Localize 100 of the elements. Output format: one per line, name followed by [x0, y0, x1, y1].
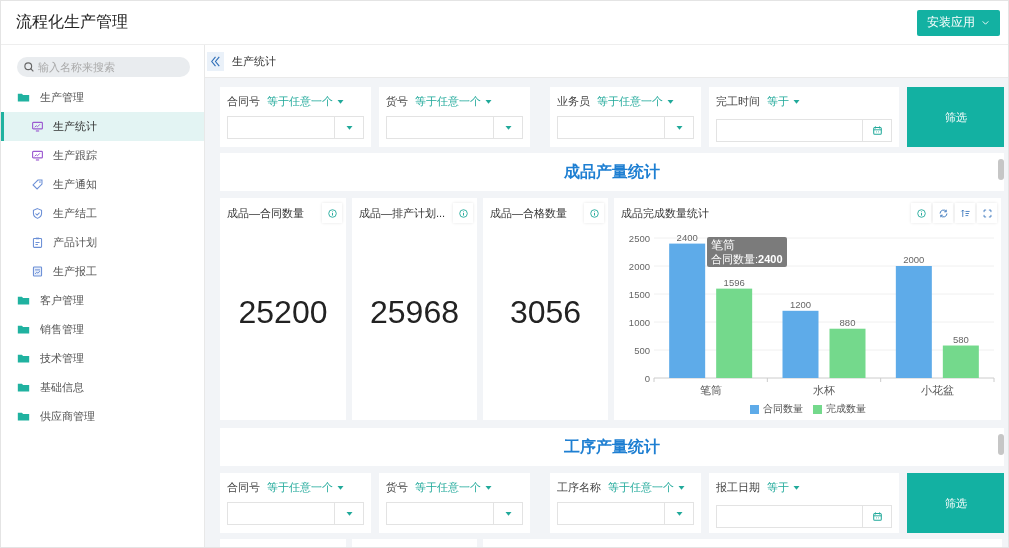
filter-label: 完工时间: [716, 93, 760, 109]
filter-label: 报工日期: [716, 479, 760, 495]
legend-label: 合同数量: [762, 402, 803, 416]
data-label: 2000: [903, 254, 925, 265]
fullscreen-button[interactable]: [977, 203, 997, 223]
collapse-icon[interactable]: [207, 51, 224, 71]
folder-icon: [17, 410, 30, 423]
tree-item[interactable]: 生产报工: [1, 257, 204, 286]
tree-item[interactable]: 基础信息: [1, 373, 204, 402]
card-title: 成品—合同数量: [227, 205, 304, 221]
select-field[interactable]: [557, 116, 694, 139]
data-label: 580: [952, 333, 969, 345]
tree-item[interactable]: 技术管理: [1, 344, 204, 373]
data-label: 2400: [676, 231, 698, 243]
card-title: 成品完成数量统计: [621, 205, 709, 221]
tree-item[interactable]: 生产结工: [1, 199, 204, 228]
caret-icon: [344, 509, 354, 518]
bar[interactable]: [942, 345, 979, 378]
filter-label: 货号: [386, 93, 408, 109]
info-icon: [457, 207, 469, 219]
data-label: 880: [839, 316, 856, 328]
axis-category-label: 小花盆: [920, 384, 954, 396]
select-field[interactable]: [386, 116, 523, 139]
tree-item[interactable]: 客户管理: [1, 286, 204, 315]
data-label: 1596: [723, 276, 745, 288]
tree-item[interactable]: 生产统计: [1, 112, 204, 141]
tree-item[interactable]: 供应商管理: [1, 402, 204, 431]
caret-icon: [674, 509, 684, 518]
search-icon: [23, 61, 35, 73]
select-field[interactable]: [557, 502, 694, 525]
legend-item[interactable]: 完成数量: [812, 402, 866, 416]
axis-tick-label: 500: [634, 344, 650, 356]
bar[interactable]: [895, 266, 932, 378]
fullscreen-icon: [981, 207, 993, 219]
tree-item[interactable]: 生产通知: [1, 170, 204, 199]
calendar-icon: [871, 511, 883, 522]
info-icon: [588, 207, 600, 219]
section-title: 工序产量统计: [564, 436, 660, 457]
search-field[interactable]: 输入名称来搜索: [17, 57, 190, 77]
folder-icon: [17, 352, 30, 365]
select-field[interactable]: [386, 502, 523, 525]
caret-icon: [503, 509, 513, 518]
folder-icon: [17, 91, 30, 104]
info-button[interactable]: [911, 203, 931, 223]
chevron-down-icon: [981, 18, 990, 27]
sort-icon: [959, 207, 971, 219]
legend-label: 完成数量: [825, 402, 866, 416]
info-icon: [326, 207, 338, 219]
axis-tick-label: 1000: [628, 316, 650, 328]
monitor-icon: [31, 120, 44, 133]
axis-tick-label: 1500: [628, 288, 650, 300]
bar[interactable]: [669, 243, 706, 378]
axis-tick-label: 2500: [628, 232, 650, 244]
sort-button[interactable]: [955, 203, 975, 223]
report-icon: [31, 265, 44, 278]
refresh-icon: [937, 207, 949, 219]
app-title: 流程化生产管理: [16, 12, 128, 32]
filter-label: 业务员: [557, 93, 590, 109]
stat-value: 25968: [369, 292, 460, 332]
bar[interactable]: [716, 288, 753, 378]
select-field[interactable]: [227, 502, 364, 525]
tooltip-title: 笔筒: [711, 238, 736, 252]
data-label: 1200: [789, 298, 812, 310]
scrollbar-thumb[interactable]: [998, 159, 1004, 180]
monitor-icon: [31, 149, 44, 162]
tree-item[interactable]: 生产管理: [1, 83, 204, 112]
date-field[interactable]: [716, 505, 892, 528]
folder-icon: [17, 294, 30, 307]
legend-item[interactable]: 合同数量: [749, 402, 803, 416]
folder-icon: [17, 381, 30, 394]
tree-item[interactable]: 销售管理: [1, 315, 204, 344]
info-button[interactable]: [453, 203, 473, 223]
caret-icon: [674, 123, 684, 132]
bar[interactable]: [829, 328, 866, 378]
date-field[interactable]: [716, 119, 892, 142]
info-button[interactable]: [322, 203, 342, 223]
stat-value: 25200: [237, 292, 329, 332]
stat-value: 3056: [508, 292, 583, 332]
tree-item[interactable]: 生产跟踪: [1, 141, 204, 170]
bar[interactable]: [782, 310, 819, 378]
filter-label: 货号: [386, 479, 408, 495]
clipboard-icon: [31, 236, 44, 249]
axis-tick-label: 0: [644, 372, 650, 384]
caret-icon: [503, 123, 513, 132]
tree-item[interactable]: 产品计划: [1, 228, 204, 257]
filter-label: 工序名称: [557, 479, 601, 495]
card-title: 成品—合格数量: [490, 205, 567, 221]
filter-label: 合同号: [227, 93, 260, 109]
info-button[interactable]: [584, 203, 604, 223]
calendar-icon: [871, 125, 883, 136]
tooltip-text: 合同数量:2400: [711, 252, 783, 266]
scrollbar-thumb[interactable]: [998, 434, 1004, 455]
select-field[interactable]: [227, 116, 364, 139]
tag-icon: [31, 178, 44, 191]
breadcrumb[interactable]: 生产统计: [232, 53, 276, 69]
axis-tick-label: 2000: [628, 260, 650, 272]
axis-category-label: 水杯: [813, 384, 835, 396]
refresh-button[interactable]: [933, 203, 953, 223]
card-title: 成品—排产计划...: [359, 205, 446, 221]
shield-icon: [31, 207, 44, 220]
